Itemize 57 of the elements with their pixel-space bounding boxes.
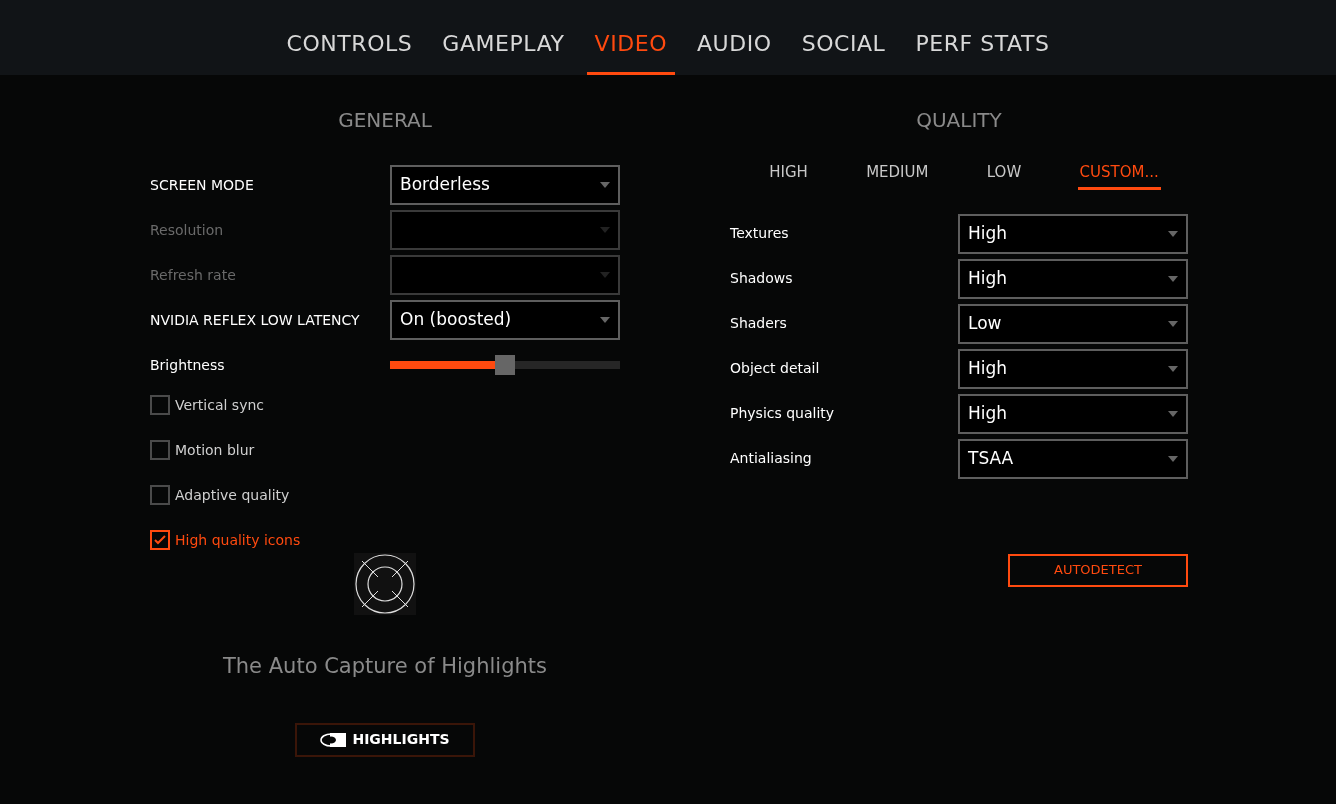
preset-tab[interactable]: HIGH [767, 161, 810, 190]
caret-icon [1168, 365, 1178, 372]
dropdown[interactable]: Borderless [390, 165, 620, 205]
checkbox-label: Adaptive quality [175, 485, 290, 505]
autodetect-button[interactable]: AUTODETECT [1008, 553, 1188, 587]
preset-tab[interactable]: MEDIUM [864, 161, 931, 190]
tab[interactable]: CONTROLS [278, 27, 421, 75]
caret-icon [600, 317, 610, 323]
setting-label: Antialiasing [730, 449, 812, 468]
setting-label: Refresh rate [150, 265, 236, 285]
setting-label: Resolution [150, 220, 224, 240]
setting-label: Shaders [730, 314, 787, 333]
caret-icon [1168, 320, 1178, 327]
checkbox[interactable] [150, 440, 170, 460]
setting-label: Object detail [730, 359, 820, 378]
checkmark-icon [154, 535, 166, 545]
setting-label: SCREEN MODE [150, 175, 254, 195]
slider-track[interactable] [390, 355, 620, 375]
section-title: GENERAL [338, 107, 432, 134]
caret-icon [600, 272, 610, 278]
checkbox-label: High quality icons [175, 530, 301, 550]
highlights-button[interactable]: HIGHLIGHTS [295, 722, 475, 757]
caret-icon [600, 227, 610, 233]
tab[interactable]: GAMEPLAY [434, 27, 573, 75]
caret-icon [1168, 410, 1178, 417]
checkbox-label: Motion blur [175, 440, 255, 460]
preset-tab[interactable]: LOW [984, 161, 1024, 190]
dropdown[interactable]: High [958, 213, 1188, 254]
checkbox[interactable] [150, 485, 170, 505]
caret-icon [1168, 275, 1178, 282]
target-emblem-icon [354, 553, 416, 615]
highlights-caption: The Auto Capture of Highlights [223, 653, 547, 680]
dropdown[interactable]: TSAA [958, 438, 1188, 479]
tab[interactable]: SOCIAL [793, 27, 894, 75]
setting-label: NVIDIA REFLEX LOW LATENCY [150, 310, 360, 330]
setting-label: Shadows [730, 269, 793, 288]
dropdown[interactable]: High [958, 258, 1188, 299]
checkbox-label: Vertical sync [175, 395, 264, 415]
dropdown[interactable]: High [958, 393, 1188, 434]
eye-logo-icon [320, 732, 347, 747]
tab[interactable]: VIDEO [586, 27, 675, 75]
slider-thumb[interactable] [495, 355, 515, 375]
checkbox[interactable] [150, 530, 170, 550]
checkbox[interactable] [150, 395, 170, 415]
setting-label: Brightness [150, 355, 225, 375]
tab[interactable]: PERF STATS [907, 27, 1058, 75]
caret-icon [1168, 230, 1178, 237]
setting-label: Physics quality [730, 404, 835, 423]
dropdown[interactable]: On (boosted) [390, 300, 620, 340]
setting-label: Textures [730, 224, 789, 243]
dropdown[interactable]: Low [958, 303, 1188, 344]
preset-tab[interactable]: CUSTOM... [1077, 161, 1161, 190]
dropdown[interactable]: High [958, 348, 1188, 389]
caret-icon [600, 182, 610, 188]
tab[interactable]: AUDIO [689, 27, 780, 75]
caret-icon [1168, 455, 1178, 462]
section-title: QUALITY [916, 107, 1002, 134]
